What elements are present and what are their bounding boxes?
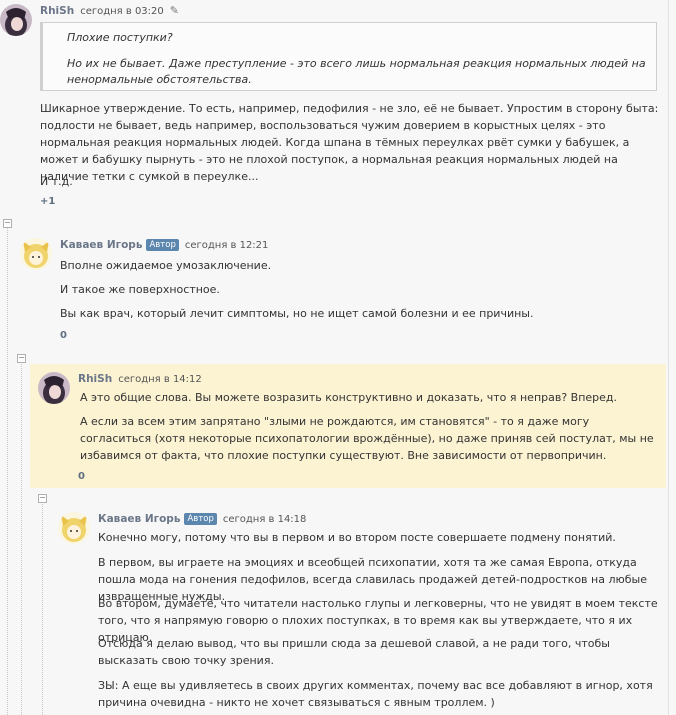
thread-line-level3 <box>42 502 43 715</box>
author-name[interactable]: Каваев Игорь <box>98 513 180 525</box>
collapse-toggle-1[interactable]: − <box>3 219 12 228</box>
comment-header: Каваев Игорь Автор сегодня в 14:18 <box>98 512 306 525</box>
rating-value[interactable]: 0 <box>60 330 67 341</box>
content-right-border <box>668 0 669 715</box>
dark-haired-avatar-icon <box>38 372 70 404</box>
pencil-icon[interactable]: ✎ <box>170 4 179 17</box>
avatar[interactable] <box>20 238 52 270</box>
comment-date[interactable]: сегодня в 12:21 <box>185 240 269 251</box>
comment-header: RhiSh сегодня в 14:12 <box>78 372 202 385</box>
avatar[interactable] <box>58 512 90 544</box>
rating-value[interactable]: 0 <box>78 471 85 482</box>
comment-date[interactable]: сегодня в 14:12 <box>118 374 202 385</box>
comment-text: Вполне ожидаемое умозаключение. <box>60 259 272 272</box>
comment-text: ЗЫ: А еще вы удивляетесь в своих других … <box>98 679 653 709</box>
author-name[interactable]: RhiSh <box>78 373 112 385</box>
comment-date[interactable]: сегодня в 03:20 <box>80 6 164 17</box>
comment-header: RhiSh сегодня в 03:20 ✎ <box>40 4 179 17</box>
quote-line: Плохие поступки? <box>67 31 173 44</box>
author-badge: Автор <box>146 239 179 251</box>
comment-text: И т.д. <box>40 175 73 188</box>
rating-value[interactable]: +1 <box>40 196 55 207</box>
author-name[interactable]: Каваев Игорь <box>60 239 142 251</box>
comment-date[interactable]: сегодня в 14:18 <box>223 514 307 525</box>
author-badge: Автор <box>184 513 217 525</box>
author-name[interactable]: RhiSh <box>40 5 74 17</box>
yellow-character-avatar-icon <box>20 238 52 270</box>
comment-header: Каваев Игорь Автор сегодня в 12:21 <box>60 238 268 251</box>
avatar[interactable] <box>38 372 70 404</box>
comment-text: И такое же поверхностное. <box>60 283 220 296</box>
collapse-toggle-3[interactable]: − <box>38 494 47 503</box>
comment-text: А это общие слова. Вы можете возразить к… <box>80 391 618 404</box>
collapse-toggle-2[interactable]: − <box>17 354 26 363</box>
comment-text: Конечно могу, потому что вы в первом и в… <box>98 531 616 544</box>
quote-line: Но их не бывает. Даже преступление - это… <box>67 57 646 86</box>
thread-line-level2 <box>21 361 22 715</box>
comment-text: Вы как врач, который лечит симптомы, но … <box>60 307 534 320</box>
avatar[interactable] <box>0 4 32 36</box>
yellow-character-avatar-icon <box>58 512 90 544</box>
comment-text: А если за всем этим запрятано "злыми не … <box>80 415 654 462</box>
comment-text: Отсюда я делаю вывод, что вы пришли сюда… <box>98 637 610 667</box>
quote-block: Плохие поступки? Но их не бывает. Даже п… <box>40 22 657 91</box>
thread-line-level1 <box>7 225 8 715</box>
dark-haired-avatar-icon <box>0 4 32 36</box>
